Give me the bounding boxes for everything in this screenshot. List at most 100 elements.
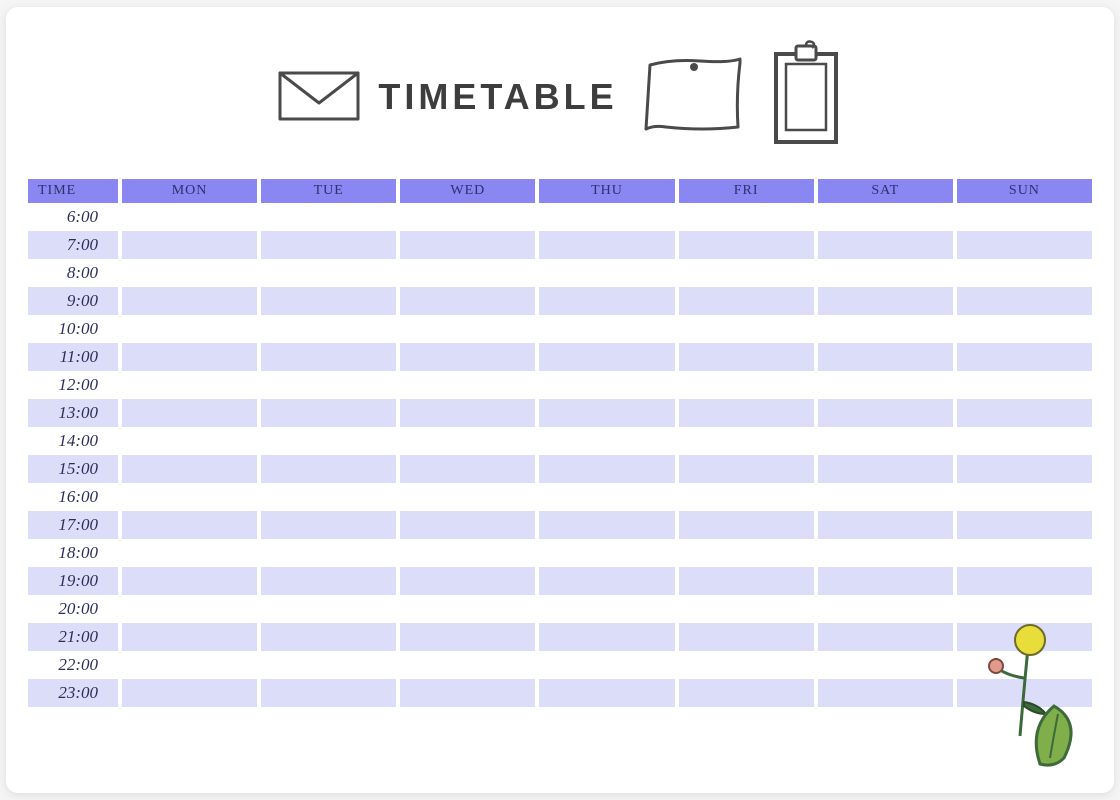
schedule-cell[interactable] [539,539,674,567]
schedule-cell[interactable] [818,595,953,623]
schedule-cell[interactable] [539,231,674,259]
schedule-cell[interactable] [539,203,674,231]
schedule-cell[interactable] [818,483,953,511]
schedule-cell[interactable] [122,455,257,483]
schedule-cell[interactable] [818,623,953,651]
schedule-cell[interactable] [957,483,1092,511]
schedule-cell[interactable] [261,343,396,371]
schedule-cell[interactable] [122,679,257,707]
schedule-cell[interactable] [679,343,814,371]
schedule-cell[interactable] [261,623,396,651]
schedule-cell[interactable] [400,231,535,259]
schedule-cell[interactable] [679,371,814,399]
schedule-cell[interactable] [679,231,814,259]
schedule-cell[interactable] [818,567,953,595]
schedule-cell[interactable] [679,287,814,315]
schedule-cell[interactable] [400,651,535,679]
schedule-cell[interactable] [122,595,257,623]
schedule-cell[interactable] [400,511,535,539]
schedule-cell[interactable] [122,231,257,259]
schedule-cell[interactable] [539,343,674,371]
schedule-cell[interactable] [818,455,953,483]
schedule-cell[interactable] [679,623,814,651]
schedule-cell[interactable] [818,511,953,539]
schedule-cell[interactable] [957,287,1092,315]
schedule-cell[interactable] [957,231,1092,259]
schedule-cell[interactable] [818,679,953,707]
schedule-cell[interactable] [400,259,535,287]
schedule-cell[interactable] [400,483,535,511]
schedule-cell[interactable] [261,651,396,679]
schedule-cell[interactable] [957,539,1092,567]
schedule-cell[interactable] [679,483,814,511]
schedule-cell[interactable] [818,399,953,427]
schedule-cell[interactable] [400,203,535,231]
schedule-cell[interactable] [818,539,953,567]
schedule-cell[interactable] [818,427,953,455]
schedule-cell[interactable] [957,427,1092,455]
schedule-cell[interactable] [539,679,674,707]
schedule-cell[interactable] [539,651,674,679]
schedule-cell[interactable] [400,427,535,455]
schedule-cell[interactable] [261,315,396,343]
schedule-cell[interactable] [122,511,257,539]
schedule-cell[interactable] [818,203,953,231]
schedule-cell[interactable] [122,343,257,371]
schedule-cell[interactable] [957,511,1092,539]
schedule-cell[interactable] [818,343,953,371]
schedule-cell[interactable] [957,203,1092,231]
schedule-cell[interactable] [818,315,953,343]
schedule-cell[interactable] [400,539,535,567]
schedule-cell[interactable] [122,259,257,287]
schedule-cell[interactable] [261,259,396,287]
schedule-cell[interactable] [400,595,535,623]
schedule-cell[interactable] [679,315,814,343]
schedule-cell[interactable] [261,511,396,539]
schedule-cell[interactable] [122,567,257,595]
schedule-cell[interactable] [261,539,396,567]
schedule-cell[interactable] [261,371,396,399]
schedule-cell[interactable] [539,623,674,651]
schedule-cell[interactable] [400,455,535,483]
schedule-cell[interactable] [122,315,257,343]
schedule-cell[interactable] [261,455,396,483]
schedule-cell[interactable] [957,259,1092,287]
schedule-cell[interactable] [957,343,1092,371]
schedule-cell[interactable] [539,315,674,343]
schedule-cell[interactable] [818,371,953,399]
schedule-cell[interactable] [122,371,257,399]
schedule-cell[interactable] [122,287,257,315]
schedule-cell[interactable] [957,567,1092,595]
schedule-cell[interactable] [679,679,814,707]
schedule-cell[interactable] [818,287,953,315]
schedule-cell[interactable] [400,371,535,399]
schedule-cell[interactable] [818,259,953,287]
schedule-cell[interactable] [679,259,814,287]
schedule-cell[interactable] [539,455,674,483]
schedule-cell[interactable] [122,203,257,231]
schedule-cell[interactable] [957,315,1092,343]
schedule-cell[interactable] [122,427,257,455]
schedule-cell[interactable] [539,427,674,455]
schedule-cell[interactable] [539,511,674,539]
schedule-cell[interactable] [261,483,396,511]
schedule-cell[interactable] [679,455,814,483]
schedule-cell[interactable] [539,595,674,623]
schedule-cell[interactable] [261,427,396,455]
schedule-cell[interactable] [539,287,674,315]
schedule-cell[interactable] [261,399,396,427]
schedule-cell[interactable] [539,567,674,595]
schedule-cell[interactable] [679,511,814,539]
schedule-cell[interactable] [122,539,257,567]
schedule-cell[interactable] [261,287,396,315]
schedule-cell[interactable] [122,651,257,679]
schedule-cell[interactable] [261,595,396,623]
schedule-cell[interactable] [400,567,535,595]
schedule-cell[interactable] [400,679,535,707]
schedule-cell[interactable] [261,567,396,595]
schedule-cell[interactable] [679,567,814,595]
schedule-cell[interactable] [539,371,674,399]
schedule-cell[interactable] [539,483,674,511]
schedule-cell[interactable] [400,623,535,651]
schedule-cell[interactable] [957,399,1092,427]
